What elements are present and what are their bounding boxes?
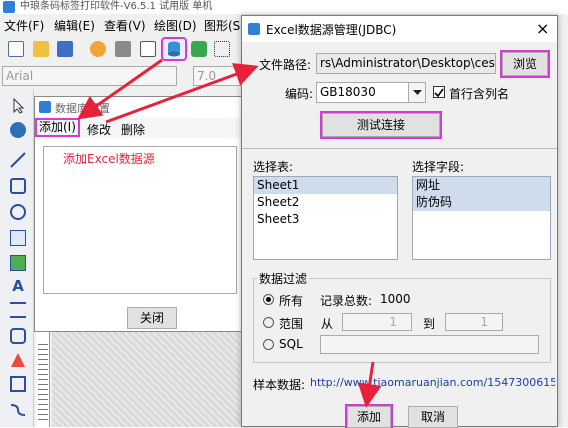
annotation-arrows <box>77 58 382 408</box>
arrow-to-add-menu <box>77 58 163 120</box>
arrow-to-add-button <box>357 361 382 408</box>
arrow-to-file-path <box>105 62 259 124</box>
